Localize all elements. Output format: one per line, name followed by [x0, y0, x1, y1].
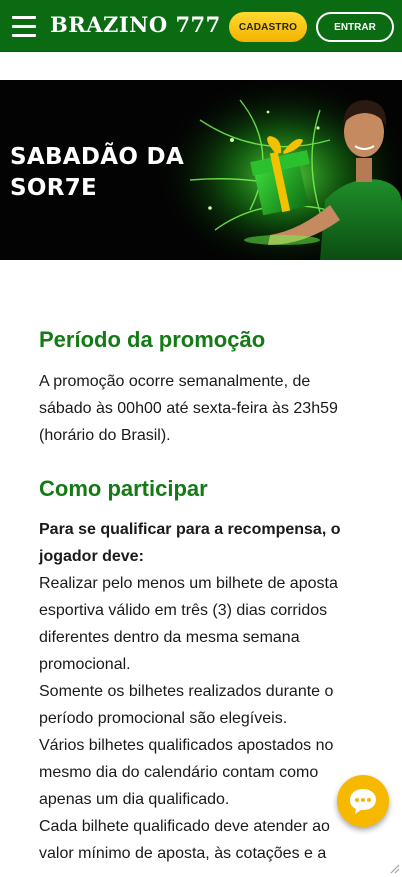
- como-intro: Para se qualificar para a recompensa, o …: [39, 521, 341, 565]
- list-item: Vários bilhetes qualificados apostados n…: [39, 737, 334, 808]
- top-header: BRAZINO 777 CADASTRO ENTRAR: [0, 0, 402, 52]
- banner-title: SABADÃO DA SOR7E: [10, 144, 185, 201]
- resize-grip-icon[interactable]: [388, 862, 400, 874]
- chat-bubble-icon: [350, 789, 376, 814]
- section-heading-como-participar: Como participar: [39, 476, 208, 501]
- list-item: Somente os bilhetes realizados durante o…: [39, 683, 334, 727]
- entrar-button[interactable]: ENTRAR: [316, 12, 394, 42]
- promo-banner: SABADÃO DA SOR7E: [0, 80, 402, 260]
- section-heading-periodo: Período da promoção: [39, 327, 266, 352]
- hamburger-menu-icon[interactable]: [12, 16, 36, 37]
- periodo-text: A promoção ocorre semanalmente, de sábad…: [39, 373, 338, 444]
- list-item: Cada bilhete qualificado deve atender ao…: [39, 818, 330, 862]
- cadastro-button[interactable]: CADASTRO: [229, 12, 307, 42]
- list-item: Realizar pelo menos um bilhete de aposta…: [39, 575, 338, 673]
- como-participar-body: Para se qualificar para a recompensa, o …: [39, 516, 351, 867]
- chat-button[interactable]: [337, 775, 389, 827]
- brand-logo[interactable]: BRAZINO 777: [50, 12, 221, 37]
